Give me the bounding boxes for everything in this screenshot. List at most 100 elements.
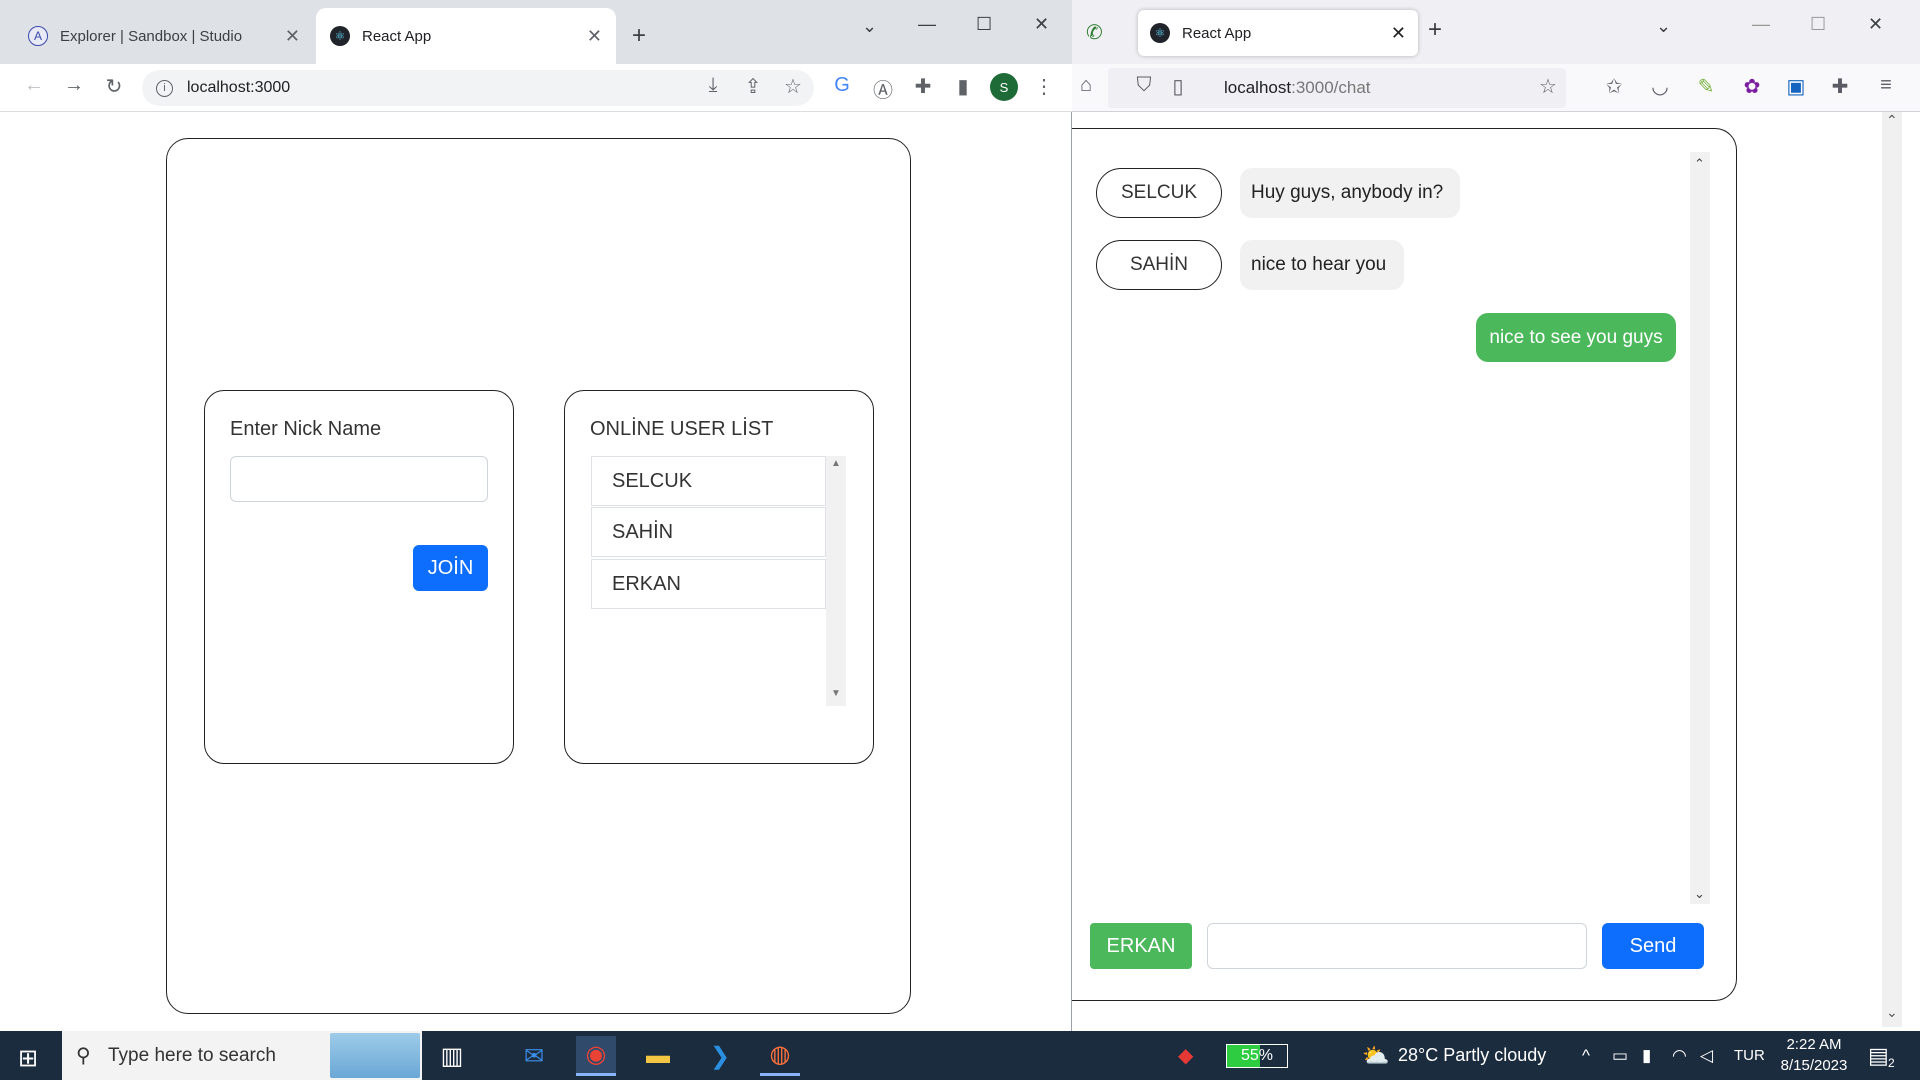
search-highlight-image bbox=[330, 1033, 420, 1078]
list-item[interactable]: SELCUK bbox=[591, 456, 826, 506]
close-window-button[interactable]: ✕ bbox=[1868, 14, 1883, 35]
join-button[interactable]: JOİN bbox=[413, 545, 488, 591]
url-path: :3000/chat bbox=[1291, 78, 1371, 97]
tab-label: Explorer | Sandbox | Studio bbox=[60, 27, 243, 45]
online-user-list-title: ONLİNE USER LİST bbox=[590, 418, 774, 440]
close-tab-icon[interactable]: ✕ bbox=[587, 26, 602, 47]
page-scroll-up-icon[interactable]: ⌃ bbox=[1886, 112, 1898, 129]
extension-icon[interactable]: ✿ bbox=[1738, 74, 1766, 99]
time-text: 2:22 AM bbox=[1786, 1036, 1842, 1053]
close-tab-icon[interactable]: ✕ bbox=[285, 26, 300, 47]
list-all-tabs-icon[interactable]: ⌄ bbox=[1656, 16, 1671, 37]
user-name-pill: SELCUK bbox=[1096, 168, 1222, 218]
weather-icon[interactable]: ⛅ bbox=[1362, 1031, 1389, 1080]
message-bubble: nice to hear you bbox=[1240, 240, 1404, 290]
show-hidden-icons[interactable]: ^ bbox=[1582, 1031, 1590, 1080]
shield-icon[interactable]: ⛉ bbox=[1130, 74, 1158, 97]
tab-explorer-sandbox[interactable]: A Explorer | Sandbox | Studio ✕ bbox=[14, 8, 314, 64]
side-panel-icon[interactable]: ▮ bbox=[949, 74, 977, 99]
list-item[interactable]: SAHİN bbox=[591, 507, 826, 557]
notification-count: 2 bbox=[1888, 1056, 1895, 1070]
close-tab-icon[interactable]: ✕ bbox=[1391, 23, 1406, 44]
weather-text[interactable]: 28°C Partly cloudy bbox=[1398, 1031, 1546, 1080]
extension-a-icon[interactable]: Ⓐ bbox=[869, 74, 897, 103]
search-placeholder: Type here to search bbox=[108, 1044, 276, 1066]
language-indicator[interactable]: TUR bbox=[1734, 1031, 1765, 1080]
chrome-taskbar-icon[interactable]: ◉ bbox=[576, 1036, 616, 1076]
extension-icon[interactable]: ▣ bbox=[1782, 74, 1810, 99]
pocket-icon[interactable]: ◡ bbox=[1646, 74, 1674, 99]
maximize-button[interactable]: ☐ bbox=[976, 14, 992, 35]
home-icon[interactable]: ⌂ bbox=[1072, 74, 1100, 97]
bookmarks-icon[interactable]: ✩ bbox=[1600, 74, 1628, 99]
power-icon[interactable]: ▮ bbox=[1642, 1031, 1651, 1080]
minimize-button[interactable]: — bbox=[1752, 14, 1770, 35]
bookmark-star-icon[interactable]: ☆ bbox=[779, 74, 807, 99]
back-icon[interactable]: ← bbox=[20, 74, 48, 97]
bookmark-star-icon[interactable]: ☆ bbox=[1534, 74, 1562, 99]
message-input[interactable] bbox=[1207, 923, 1587, 969]
antivirus-icon[interactable]: ◆ bbox=[1178, 1031, 1193, 1080]
meet-icon[interactable]: ▭ bbox=[1612, 1031, 1628, 1080]
list-item[interactable]: ERKAN bbox=[591, 559, 826, 609]
user-list-scrollbar[interactable] bbox=[826, 456, 846, 706]
mail-icon[interactable]: ✉ bbox=[514, 1036, 554, 1076]
new-tab-button[interactable]: + bbox=[1428, 16, 1442, 44]
reload-icon[interactable]: ↻ bbox=[100, 74, 128, 99]
url-text: localhost:3000 bbox=[187, 79, 291, 96]
page-scroll-down-icon[interactable]: ⌄ bbox=[1886, 1004, 1898, 1021]
tab-label: React App bbox=[362, 27, 432, 45]
chrome-window: A Explorer | Sandbox | Studio ✕ ⚛ React … bbox=[0, 0, 1072, 1031]
chat-scrollbar[interactable] bbox=[1690, 152, 1710, 904]
own-message-bubble: nice to see you guys bbox=[1476, 313, 1676, 362]
close-window-button[interactable]: ✕ bbox=[1034, 14, 1049, 35]
tab-react-app-firefox[interactable]: ⚛ React App ✕ bbox=[1138, 10, 1418, 56]
phone-icon[interactable]: ✆ bbox=[1086, 20, 1103, 45]
task-view-icon[interactable]: ▥ bbox=[432, 1036, 472, 1076]
nick-name-label: Enter Nick Name bbox=[230, 418, 382, 440]
tab-label: React App bbox=[1182, 24, 1252, 42]
apollo-icon: A bbox=[28, 26, 48, 46]
user-name-pill: SAHİN bbox=[1096, 240, 1222, 290]
share-icon[interactable]: ⇪ bbox=[739, 74, 767, 99]
firefox-taskbar-icon[interactable]: ◍ bbox=[760, 1036, 800, 1076]
forward-icon[interactable]: → bbox=[60, 74, 88, 97]
extensions-puzzle-icon[interactable]: ✚ bbox=[1826, 74, 1854, 99]
date-text: 8/15/2023 bbox=[1780, 1057, 1848, 1074]
url-host: localhost bbox=[1224, 78, 1292, 97]
tab-search-icon[interactable]: ⌄ bbox=[862, 16, 877, 37]
nick-name-input[interactable] bbox=[230, 456, 488, 502]
message-bubble: Huy guys, anybody in? bbox=[1240, 168, 1460, 218]
install-icon[interactable]: ⤓ bbox=[699, 74, 727, 97]
scroll-up-icon[interactable]: ▲ bbox=[831, 458, 841, 469]
react-icon: ⚛ bbox=[330, 26, 350, 46]
notification-icon[interactable]: ▤ bbox=[1868, 1031, 1889, 1080]
chat-scroll-up-icon[interactable]: ⌃ bbox=[1694, 156, 1705, 172]
new-tab-button[interactable]: + bbox=[632, 22, 646, 50]
page-icon: ▯ bbox=[1172, 76, 1184, 98]
volume-icon[interactable]: ◁ bbox=[1700, 1031, 1713, 1080]
extension-icon[interactable]: ✎ bbox=[1692, 74, 1720, 99]
info-icon: i bbox=[156, 79, 173, 97]
tab-react-app[interactable]: ⚛ React App ✕ bbox=[316, 8, 616, 64]
menu-kebab-icon[interactable]: ⋮ bbox=[1030, 74, 1058, 99]
wifi-icon[interactable]: ◠ bbox=[1672, 1031, 1687, 1080]
translate-icon[interactable]: G bbox=[828, 74, 856, 97]
battery-indicator[interactable]: 55% bbox=[1226, 1031, 1288, 1080]
clock[interactable]: 2:22 AM 8/15/2023 bbox=[1774, 1034, 1854, 1076]
vscode-icon[interactable]: ❯ bbox=[700, 1036, 740, 1076]
windows-start-icon[interactable]: ⊞ bbox=[18, 1044, 38, 1073]
page-scrollbar[interactable] bbox=[1882, 112, 1902, 1027]
current-user-badge[interactable]: ERKAN bbox=[1090, 923, 1192, 969]
hamburger-menu-icon[interactable]: ≡ bbox=[1872, 74, 1900, 97]
profile-avatar[interactable]: S bbox=[990, 73, 1018, 101]
extensions-puzzle-icon[interactable]: ✚ bbox=[909, 74, 937, 99]
scroll-down-icon[interactable]: ▼ bbox=[831, 688, 841, 699]
battery-percent: 55% bbox=[1226, 1043, 1288, 1068]
chat-scroll-down-icon[interactable]: ⌄ bbox=[1694, 886, 1705, 902]
react-icon: ⚛ bbox=[1150, 23, 1170, 43]
send-button[interactable]: Send bbox=[1602, 923, 1704, 969]
file-explorer-icon[interactable]: ▬ bbox=[638, 1036, 678, 1076]
maximize-button[interactable]: ☐ bbox=[1810, 14, 1826, 35]
minimize-button[interactable]: — bbox=[918, 14, 936, 35]
